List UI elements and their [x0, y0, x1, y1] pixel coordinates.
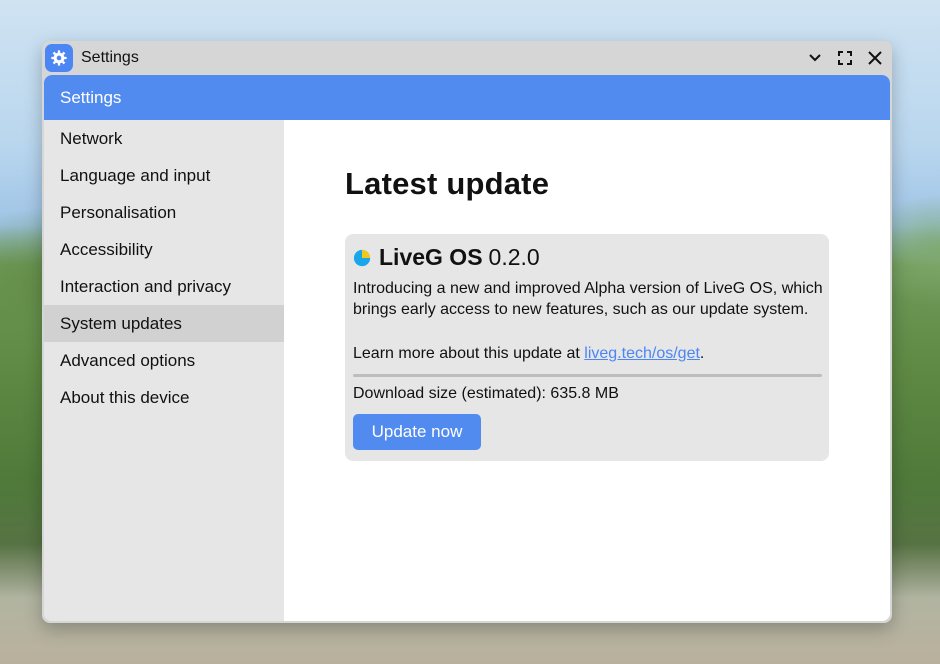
sidebar-item-label: Personalisation: [60, 203, 177, 222]
sidebar-item-label: Network: [60, 129, 123, 148]
page-title: Latest update: [345, 166, 550, 201]
sidebar-item-label: About this device: [60, 388, 190, 407]
sidebar-item-interaction-and-privacy[interactable]: Interaction and privacy: [44, 268, 284, 305]
sidebar-item-about-this-device[interactable]: About this device: [44, 379, 284, 416]
os-version: 0.2.0: [488, 244, 540, 270]
close-icon[interactable]: [864, 47, 886, 69]
sidebar-item-advanced-options[interactable]: Advanced options: [44, 342, 284, 379]
learn-more-link[interactable]: liveg.tech/os/get: [584, 345, 700, 362]
update-now-button[interactable]: Update now: [353, 414, 481, 450]
sidebar-item-label: Accessibility: [60, 240, 153, 259]
liveg-logo-icon: [353, 249, 371, 266]
sidebar-item-label: Interaction and privacy: [60, 277, 232, 296]
update-card: LiveG OS 0.2.0 Introducing a new and imp…: [345, 234, 829, 461]
sidebar-item-personalisation[interactable]: Personalisation: [44, 194, 284, 231]
window-title: Settings: [81, 49, 139, 66]
update-description: Introducing a new and improved Alpha ver…: [353, 280, 823, 318]
sidebar-item-accessibility[interactable]: Accessibility: [44, 231, 284, 268]
window-controls: [804, 47, 886, 69]
sidebar-item-system-updates[interactable]: System updates: [44, 305, 284, 342]
window-titlebar[interactable]: Settings: [42, 41, 892, 75]
os-name: LiveG OS: [379, 244, 483, 270]
sidebar-item-label: Language and input: [60, 166, 211, 185]
card-divider: [353, 374, 822, 377]
learn-more-suffix: .: [699, 345, 705, 362]
settings-header: Settings: [44, 75, 890, 120]
sidebar-item-label: System updates: [60, 314, 182, 333]
gear-icon: [45, 44, 73, 72]
settings-sidebar: Network Language and input Personalisati…: [44, 120, 284, 621]
learn-more-prefix: Learn more about this update at: [353, 345, 580, 362]
sidebar-item-network[interactable]: Network: [44, 120, 284, 157]
settings-window: Settings Settings Network Language and i…: [42, 41, 892, 623]
main-pane: Latest update LiveG OS 0.2.0 Introducing…: [284, 120, 890, 621]
chevron-down-icon[interactable]: [804, 47, 826, 69]
maximize-icon[interactable]: [834, 47, 856, 69]
sidebar-item-language-and-input[interactable]: Language and input: [44, 157, 284, 194]
sidebar-item-label: Advanced options: [60, 351, 196, 370]
settings-content: Settings Network Language and input Pers…: [44, 75, 890, 621]
learn-more-line: Learn more about this update at liveg.te…: [353, 345, 704, 363]
settings-header-title: Settings: [60, 87, 122, 107]
update-card-header: LiveG OS 0.2.0: [353, 244, 540, 271]
download-size: Download size (estimated): 635.8 MB: [353, 385, 619, 402]
